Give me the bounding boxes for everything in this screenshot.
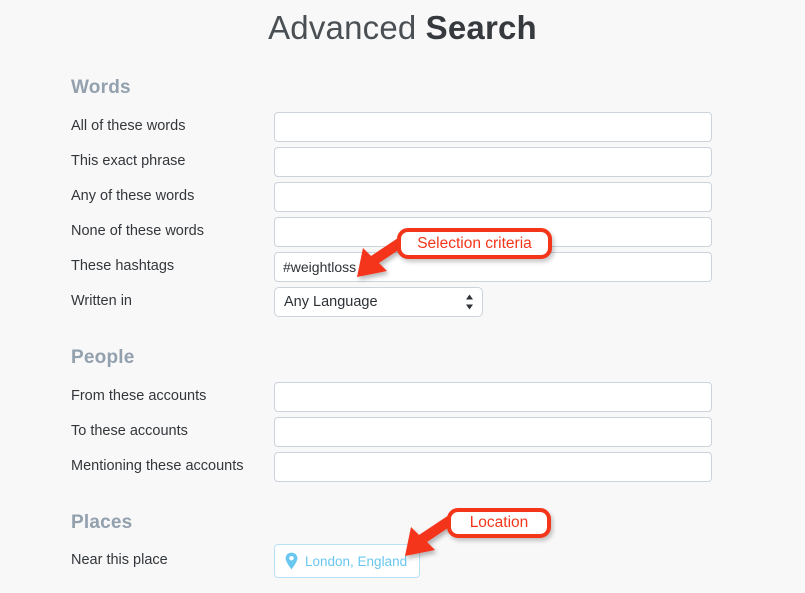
form-row-from-these-accounts: From these accounts <box>71 382 716 412</box>
form-row-these-hashtags: These hashtags <box>71 252 716 282</box>
label-all-of-these-words: All of these words <box>71 118 186 134</box>
label-near-this-place: Near this place <box>71 552 168 568</box>
field-this-exact-phrase <box>274 147 712 177</box>
form-row-written-in: Written in Any Language <box>71 287 716 317</box>
annotation-label-location: Location <box>469 514 529 532</box>
form-row-none-of-these-words: None of these words <box>71 217 716 247</box>
field-any-of-these-words <box>274 182 712 212</box>
place-chip-label: London, England <box>305 553 408 569</box>
section-heading-words: Words <box>71 77 131 98</box>
label-to-these-accounts: To these accounts <box>71 423 188 439</box>
page-title-light: Advanced <box>268 9 417 46</box>
field-all-of-these-words <box>274 112 712 142</box>
field-to-these-accounts <box>274 417 712 447</box>
label-mentioning-these-accounts: Mentioning these accounts <box>71 458 244 474</box>
field-written-in: Any Language <box>274 287 483 317</box>
form-row-to-these-accounts: To these accounts <box>71 417 716 447</box>
label-any-of-these-words: Any of these words <box>71 188 195 204</box>
section-heading-people: People <box>71 347 135 368</box>
input-from-these-accounts[interactable] <box>274 382 712 412</box>
input-mentioning-these-accounts[interactable] <box>274 452 712 482</box>
field-mentioning-these-accounts <box>274 452 712 482</box>
form-row-mentioning-these-accounts: Mentioning these accounts <box>71 452 716 482</box>
place-chip-london[interactable]: London, England <box>274 544 421 578</box>
section-heading-places: Places <box>71 512 133 533</box>
label-this-exact-phrase: This exact phrase <box>71 153 186 169</box>
map-pin-icon <box>285 552 298 570</box>
label-these-hashtags: These hashtags <box>71 258 175 274</box>
field-from-these-accounts <box>274 382 712 412</box>
page-title: Advanced Search <box>0 8 805 48</box>
page-title-bold: Search <box>425 9 537 46</box>
form-row-all-of-these-words: All of these words <box>71 112 716 142</box>
label-written-in: Written in <box>71 293 132 309</box>
field-near-this-place: London, England <box>274 544 421 578</box>
select-written-in[interactable]: Any Language <box>274 287 483 317</box>
advanced-search-page: Advanced Search Words All of these words… <box>0 0 805 593</box>
label-none-of-these-words: None of these words <box>71 223 204 239</box>
form-row-this-exact-phrase: This exact phrase <box>71 147 716 177</box>
label-from-these-accounts: From these accounts <box>71 388 207 404</box>
input-all-of-these-words[interactable] <box>274 112 712 142</box>
input-to-these-accounts[interactable] <box>274 417 712 447</box>
language-select-wrapper: Any Language <box>274 287 483 317</box>
form-row-near-this-place: Near this place London, England <box>71 544 716 578</box>
input-this-exact-phrase[interactable] <box>274 147 712 177</box>
form-row-any-of-these-words: Any of these words <box>71 182 716 212</box>
input-any-of-these-words[interactable] <box>274 182 712 212</box>
annotation-callout-selection-criteria: Selection criteria <box>397 228 552 259</box>
annotation-callout-location: Location <box>447 508 551 538</box>
annotation-label-selection-criteria: Selection criteria <box>417 234 532 252</box>
